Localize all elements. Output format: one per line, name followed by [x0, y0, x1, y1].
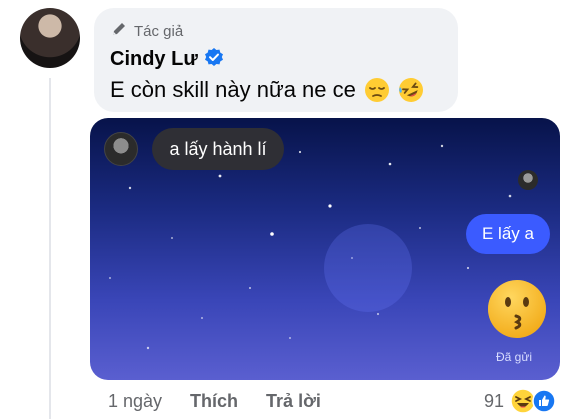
pensive-face-icon: [364, 77, 390, 103]
screenshot-image[interactable]: a lấy hành lí E lấy a Đã gửi: [90, 118, 560, 380]
comment-text-row: E còn skill này nữa ne ce: [110, 75, 424, 105]
author-badge-label: Tác giả: [134, 22, 184, 40]
chat-partner-avatar: [104, 132, 138, 166]
author-name-row: Cindy Lư: [110, 46, 224, 72]
like-button[interactable]: Thích: [190, 391, 238, 412]
author-name[interactable]: Cindy Lư: [110, 48, 198, 71]
rolling-laughing-face-icon: [398, 77, 424, 103]
seen-avatar: [518, 170, 538, 190]
reply-button[interactable]: Trả lời: [266, 391, 321, 412]
received-message-bubble: a lấy hành lí: [152, 128, 284, 170]
reaction-icons: [510, 388, 556, 414]
author-avatar[interactable]: [20, 8, 80, 68]
sent-status-label: Đã gửi: [496, 350, 533, 364]
comment-time[interactable]: 1 ngày: [108, 391, 162, 412]
comment-action-bar: 1 ngày Thích Trả lời: [108, 386, 349, 416]
thread-line: [49, 78, 51, 419]
reaction-summary[interactable]: 91: [484, 386, 556, 416]
reaction-count[interactable]: 91: [484, 391, 504, 412]
comment-bubble: Tác giả Cindy Lư E còn skill này nữa ne …: [94, 8, 458, 112]
sent-message-bubble: E lấy a: [466, 214, 550, 254]
pen-icon: [110, 20, 128, 43]
like-reaction-icon: [532, 389, 556, 413]
author-badge: Tác giả: [110, 20, 183, 42]
comment-text: E còn skill này nữa ne ce: [110, 77, 356, 102]
verified-badge-icon: [204, 47, 224, 72]
kissing-face-icon: [486, 278, 548, 340]
